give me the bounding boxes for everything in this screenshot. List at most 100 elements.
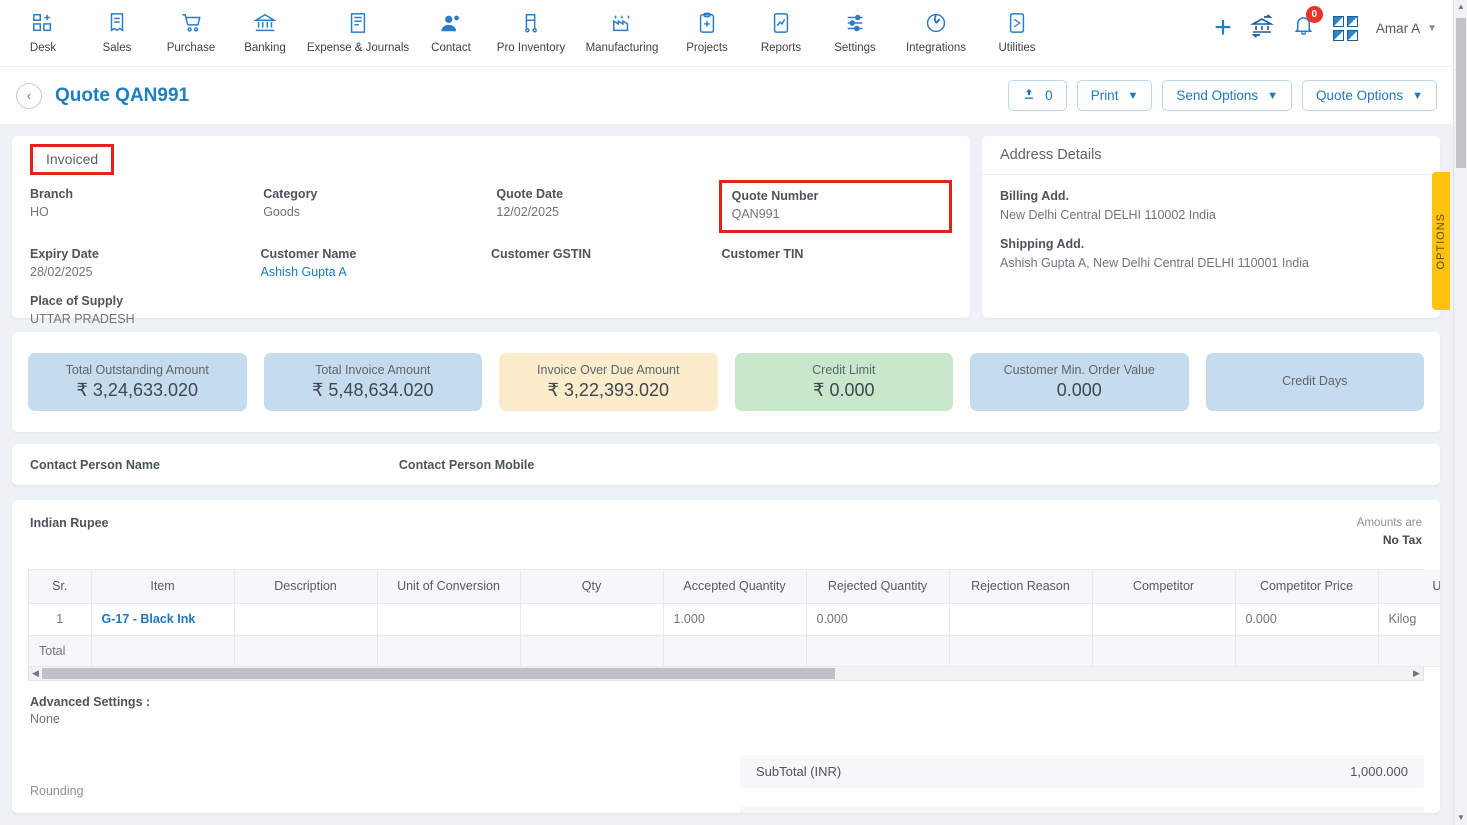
items-table-total-row: Total: [29, 635, 1440, 667]
options-tab-label: OPTIONS: [1435, 212, 1447, 270]
options-side-tab[interactable]: OPTIONS: [1432, 172, 1450, 310]
nav-item-projects[interactable]: Projects: [670, 0, 744, 54]
total-unit-of-conversion: [377, 635, 521, 667]
back-button[interactable]: ‹: [16, 82, 42, 109]
items-table: Sr. Item Description Unit of Conversion …: [29, 570, 1440, 667]
quote-fields-grid: Branch HO Category Goods Quote Date 12/0…: [12, 175, 970, 327]
customer-name-link[interactable]: Ashish Gupta A: [261, 265, 492, 280]
stat-credit-limit: Credit Limit ₹ 0.000: [734, 353, 953, 411]
nav-item-desk[interactable]: Desk: [6, 0, 80, 54]
col-unit-of-conversion: Unit of Conversion: [377, 570, 521, 604]
top-nav-actions: + 0 Amar A ▼: [1214, 0, 1453, 56]
stat-value: ₹ 3,22,393.020: [547, 380, 670, 400]
page-vertical-scrollbar[interactable]: ▲ ▼: [1453, 0, 1467, 825]
scroll-thumb[interactable]: [42, 667, 836, 679]
nav-label: Reports: [760, 42, 802, 54]
apps-grid-icon[interactable]: [1332, 15, 1358, 41]
shipping-address-value: Ashish Gupta A, New Delhi Central DELHI …: [1000, 256, 1309, 270]
stat-label: Credit Days: [1282, 373, 1348, 388]
quote-options-button[interactable]: Quote Options ▼: [1302, 80, 1437, 111]
field-value: 12/02/2025: [496, 205, 559, 219]
print-button[interactable]: Print ▼: [1076, 80, 1153, 111]
address-body: Billing Add. New Delhi Central DELHI 110…: [982, 175, 1440, 270]
tax-mode-value: No Tax: [1382, 532, 1422, 547]
cell-item-link[interactable]: G-17 - Black Ink: [91, 603, 235, 636]
contact-icon: [440, 10, 463, 36]
scroll-right-icon[interactable]: ▶: [1410, 668, 1423, 679]
stat-label: Total Outstanding Amount: [65, 363, 209, 377]
scroll-left-icon[interactable]: ◀: [29, 668, 42, 679]
cell-rejected-quantity: 0.000: [806, 603, 950, 636]
field-label: Customer TIN: [721, 247, 804, 261]
nav-item-purchase[interactable]: Purchase: [154, 0, 228, 54]
scroll-track[interactable]: [42, 667, 1410, 679]
notifications-bell[interactable]: 0: [1292, 6, 1323, 42]
nav-item-settings[interactable]: Settings: [818, 0, 892, 54]
page-scroll-thumb[interactable]: [1456, 18, 1466, 168]
attachment-upload-icon: [1022, 87, 1036, 104]
nav-item-integrations[interactable]: Integrations: [892, 0, 980, 54]
chevron-down-icon: ▼: [1427, 22, 1437, 34]
items-table-wrapper: Sr. Item Description Unit of Conversion …: [28, 569, 1440, 667]
tax-mode-note: Amounts are No Tax: [1357, 516, 1422, 549]
scroll-down-icon[interactable]: ▼: [1454, 811, 1467, 825]
cell-qty: [520, 603, 664, 636]
nav-item-utilities[interactable]: Utilities: [980, 0, 1054, 54]
nav-label: Utilities: [998, 42, 1036, 54]
field-value: HO: [30, 205, 49, 219]
subtotal-amount: 1,000.000: [1350, 764, 1408, 779]
send-options-button[interactable]: Send Options ▼: [1162, 80, 1293, 111]
cell-rejection-reason: [949, 603, 1093, 636]
total-competitor: [1092, 635, 1236, 667]
field-value: UTTAR PRADESH: [30, 312, 135, 326]
field-label: Expiry Date: [30, 247, 99, 261]
inventory-icon: [520, 10, 542, 36]
integrations-plug-icon: [925, 10, 947, 36]
bank-transfer-icon[interactable]: [1249, 13, 1274, 43]
shipping-address-label: Shipping Add.: [1000, 237, 1085, 251]
field-value: [491, 265, 722, 280]
stat-value: ₹ 0.000: [813, 380, 875, 400]
cell-sr: 1: [29, 603, 92, 636]
field-place-of-supply: Place of Supply UTTAR PRADESH: [30, 294, 265, 327]
field-customer-name: Customer Name Ashish Gupta A: [261, 247, 492, 280]
attachments-button[interactable]: 0: [1008, 80, 1067, 111]
total-qty: [520, 635, 664, 667]
nav-item-pro-inventory[interactable]: Pro Inventory: [488, 0, 574, 54]
nav-item-expense-journals[interactable]: Expense & Journals: [302, 0, 414, 54]
reports-chart-icon: [770, 10, 792, 36]
cell-unit-of-conversion: [377, 603, 521, 636]
status-badge: Invoiced: [30, 144, 115, 175]
col-competitor-price: Competitor Price: [1235, 570, 1379, 604]
subtotal-label: SubTotal (INR): [756, 764, 842, 779]
items-table-header-row: Sr. Item Description Unit of Conversion …: [29, 570, 1440, 604]
stat-total-outstanding-amount: Total Outstanding Amount ₹ 3,24,633.020: [28, 353, 247, 411]
scroll-up-icon[interactable]: ▲: [1454, 0, 1467, 14]
table-row: 1 G-17 - Black Ink 1.000 0.000 0.000 Kil…: [29, 603, 1440, 636]
field-customer-gstin: Customer GSTIN: [491, 247, 722, 280]
nav-item-contact[interactable]: Contact: [414, 0, 488, 54]
col-rejection-reason: Rejection Reason: [949, 570, 1093, 604]
address-details-card: Address Details Billing Add. New Delhi C…: [982, 136, 1440, 318]
nav-item-banking[interactable]: Banking: [228, 0, 302, 54]
nav-item-sales[interactable]: Sales: [80, 0, 154, 54]
stat-total-invoice-amount: Total Invoice Amount ₹ 5,48,634.020: [263, 353, 482, 411]
nav-item-reports[interactable]: Reports: [744, 0, 818, 54]
status-row: Invoiced: [12, 136, 970, 175]
stat-label: Total Invoice Amount: [315, 363, 431, 377]
items-table-horizontal-scrollbar[interactable]: ◀ ▶: [28, 666, 1424, 681]
attachment-count: 0: [1045, 88, 1053, 103]
stat-value: ₹ 3,24,633.020: [76, 380, 199, 400]
field-label: Place of Supply: [30, 294, 124, 308]
field-quote-number: Quote Number QAN991: [718, 180, 953, 233]
top-navigation: Desk Sales Purchase Banking Expense & Jo…: [0, 0, 1453, 66]
col-qty: Qty: [520, 570, 664, 604]
user-menu[interactable]: Amar A ▼: [1376, 21, 1437, 36]
currency-row: Indian Rupee Amounts are No Tax: [12, 500, 1440, 549]
add-new-icon[interactable]: +: [1214, 13, 1232, 43]
cell-accepted-quantity: 1.000: [663, 603, 807, 636]
nav-item-manufacturing[interactable]: Manufacturing: [574, 0, 670, 54]
totals-block: SubTotal (INR) 1,000.000 Rounding Amount…: [740, 755, 1424, 813]
items-card: Indian Rupee Amounts are No Tax Sr. Item…: [12, 500, 1440, 813]
page-actions: 0 Print ▼ Send Options ▼ Quote Options ▼: [1008, 80, 1437, 111]
